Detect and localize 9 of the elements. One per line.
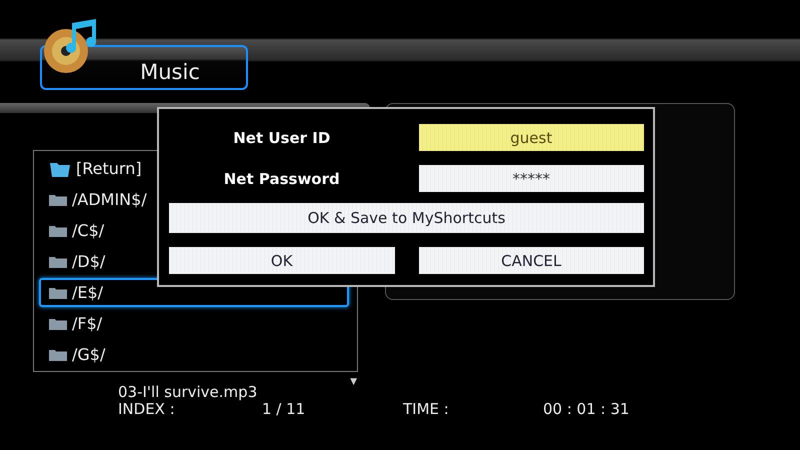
- time-label: TIME :: [403, 400, 449, 418]
- tab-title: Music: [140, 60, 200, 84]
- time-value: 00 : 01 : 31: [543, 400, 630, 418]
- index-value: 1 / 11: [262, 400, 306, 418]
- index-label: INDEX :: [118, 400, 175, 418]
- field-label: Net Password: [224, 170, 340, 188]
- scroll-down-indicator: ▼: [350, 377, 357, 387]
- field-label: Net User ID: [233, 128, 330, 146]
- file-name: 03-I'll survive.mp3: [118, 384, 258, 400]
